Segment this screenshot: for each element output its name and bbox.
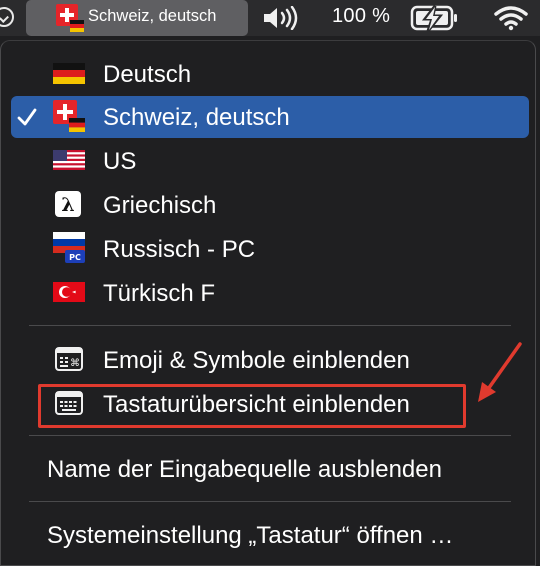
menu-item-label: Emoji & Symbole einblenden <box>103 347 410 374</box>
menu-item-schweiz-deutsch[interactable]: Schweiz, deutsch <box>11 96 529 138</box>
lambda-icon: λ <box>55 191 81 217</box>
menu-item-label: Griechisch <box>103 192 217 219</box>
input-source-dropdown-menu: Deutsch Schweiz, deutsch US λ Griechisch… <box>0 40 536 566</box>
menu-item-hide-input-source-name[interactable]: Name der Eingabequelle ausblenden <box>11 448 529 490</box>
menu-item-emoji-symbols[interactable]: ⌘ Emoji & Symbole einblenden <box>11 339 529 381</box>
menu-item-label: US <box>103 148 137 175</box>
menu-item-deutsch[interactable]: Deutsch <box>11 53 529 95</box>
svg-text:⌘: ⌘ <box>70 358 80 369</box>
svg-text:λ: λ <box>61 194 74 216</box>
wifi-icon[interactable] <box>494 5 528 31</box>
annotation-arrow-icon <box>478 342 522 402</box>
menu-item-griechisch[interactable]: λ Griechisch <box>11 184 529 226</box>
menu-item-us[interactable]: US <box>11 140 529 182</box>
menu-item-open-keyboard-preferences[interactable]: Systemeinstellung „Tastatur“ öffnen … <box>11 514 529 556</box>
emoji-viewer-icon: ⌘ <box>55 347 83 371</box>
battery-charging-icon[interactable] <box>410 4 460 32</box>
svg-text:PC: PC <box>69 253 81 262</box>
swiss-german-flag-icon <box>56 4 84 32</box>
menu-item-label: Schweiz, deutsch <box>103 104 290 131</box>
menu-item-label: Russisch - PC <box>103 236 256 263</box>
swiss-german-flag-icon <box>53 100 85 132</box>
menu-item-label: Systemeinstellung „Tastatur“ öffnen … <box>47 522 454 549</box>
menu-item-label: Türkisch F <box>103 280 216 307</box>
menu-item-label: Deutsch <box>103 61 192 88</box>
menu-item-label: Name der Eingabequelle ausblenden <box>47 456 442 483</box>
checkmark-circle-icon[interactable] <box>0 7 14 27</box>
input-source-menu-button[interactable]: Schweiz, deutsch <box>26 0 248 36</box>
menu-separator <box>29 501 511 502</box>
menu-item-russisch-pc[interactable]: PC Russisch - PC <box>11 228 529 270</box>
checkmark-icon <box>17 108 37 126</box>
battery-percentage: 100 % <box>332 5 391 27</box>
volume-icon[interactable] <box>262 6 302 30</box>
menu-separator <box>29 325 511 326</box>
input-source-label: Schweiz, deutsch <box>88 7 217 25</box>
annotation-highlight-box <box>38 384 466 428</box>
russian-pc-flag-icon: PC <box>53 232 85 263</box>
menu-item-tuerkisch-f[interactable]: Türkisch F <box>11 272 529 314</box>
menu-bar: Schweiz, deutsch 100 % <box>0 0 540 36</box>
menu-separator <box>29 435 511 436</box>
turkish-flag-icon <box>53 282 85 302</box>
german-flag-icon <box>53 63 85 84</box>
us-flag-icon <box>53 150 85 170</box>
